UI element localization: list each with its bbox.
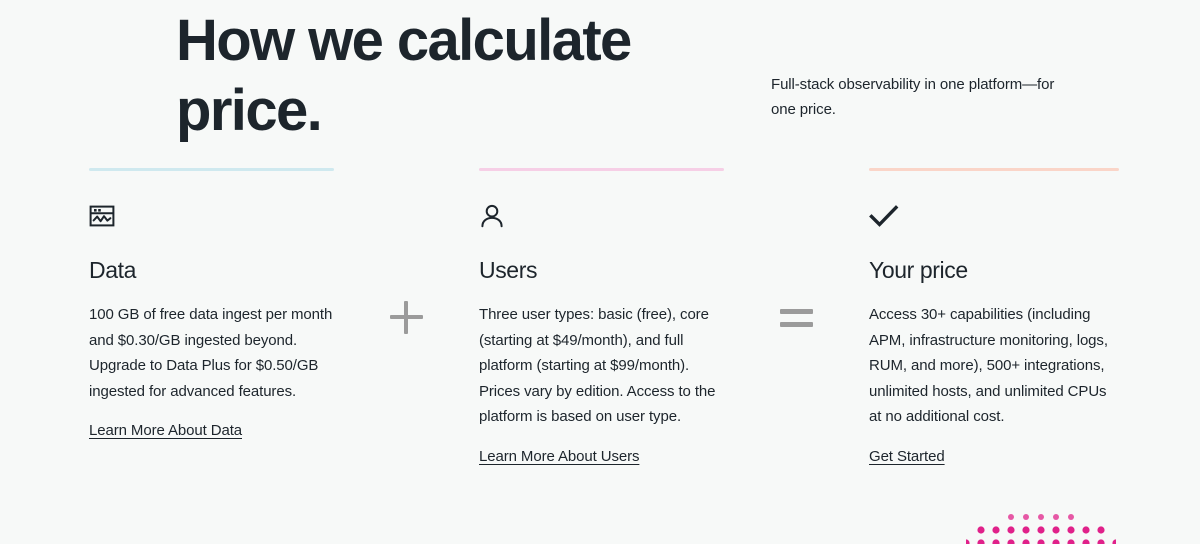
plus-operator-icon: [390, 301, 424, 335]
checkmark-icon: [869, 202, 1119, 230]
column-title-users: Users: [479, 257, 538, 283]
pricing-column-users: Users Three user types: basic (free), co…: [479, 168, 724, 467]
column-body-users: Three user types: basic (free), core (st…: [479, 306, 716, 425]
column-rule-users: [479, 168, 724, 171]
column-rule-your-price: [869, 168, 1119, 171]
page-title: How we calculate price.: [176, 8, 632, 143]
learn-more-users-link[interactable]: Learn More About Users: [479, 447, 639, 467]
page-subtitle: Full-stack observability in one platform…: [771, 76, 1055, 118]
column-title-your-price: Your price: [869, 257, 968, 283]
pricing-column-data: Data 100 GB of free data ingest per mont…: [89, 168, 334, 441]
column-title-data: Data: [89, 257, 136, 283]
equals-operator-icon: [780, 303, 814, 337]
learn-more-data-link[interactable]: Learn More About Data: [89, 421, 242, 441]
dot-grid-arc-decoration: [966, 508, 1116, 544]
dashboard-chart-icon: [89, 202, 334, 230]
column-rule-data: [89, 168, 334, 171]
get-started-link[interactable]: Get Started: [869, 447, 945, 467]
pricing-explainer-page: How we calculate price. Full-stack obser…: [0, 0, 1200, 544]
user-icon: [479, 202, 724, 230]
column-body-your-price: Access 30+ capabilities (including APM, …: [869, 306, 1108, 425]
column-body-data: 100 GB of free data ingest per month and…: [89, 306, 333, 400]
pricing-column-your-price: Your price Access 30+ capabilities (incl…: [869, 168, 1119, 467]
